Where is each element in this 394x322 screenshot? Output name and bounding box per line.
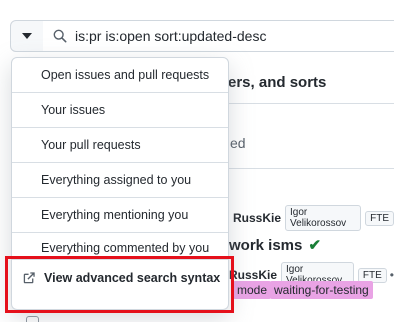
search-icon [53,29,67,43]
filters-menu: Open issues and pull requests Your issue… [11,57,229,310]
label-waiting-for-testing[interactable]: waiting-for-testing [270,281,373,299]
author-link[interactable]: RussKie [229,268,277,282]
menu-item-commented-by-you[interactable]: Everything commented by you [12,233,228,260]
advanced-search-label: View advanced search syntax [44,271,221,285]
menu-item-your-issues[interactable]: Your issues [12,93,228,128]
menu-item-your-pull-requests[interactable]: Your pull requests [12,128,228,163]
check-icon: ✔ [308,237,322,254]
label-mode[interactable]: mode [233,281,272,299]
advanced-search-link[interactable]: View advanced search syntax [12,260,228,296]
fte-badge: FTE [365,210,394,226]
next-pr-row [26,314,394,322]
search-input[interactable] [75,28,375,44]
filters-heading: ers, and sorts [228,74,327,91]
external-link-icon [23,272,35,284]
caret-down-icon [22,33,32,39]
menu-item-open-issues-prs[interactable]: Open issues and pull requests [12,58,228,93]
row-checkbox[interactable] [26,316,39,322]
menu-item-mentioning-you[interactable]: Everything mentioning you [12,198,228,233]
divider [229,103,394,104]
pr-title-text: work isms [229,237,303,254]
background-text: ed [230,135,246,151]
search-box[interactable] [43,20,394,52]
author-link[interactable]: RussKie [233,211,281,225]
author-badge: Igor Velikorossov [285,205,362,231]
filters-dropdown-button[interactable] [10,20,44,52]
pr-meta-row: RussKie Igor Velikorossov FTE [233,205,394,231]
separator-dot: • [389,268,394,282]
menu-item-assigned-to-you[interactable]: Everything assigned to you [12,163,228,198]
divider [229,168,394,169]
pr-title[interactable]: work isms ✔ [229,236,321,254]
